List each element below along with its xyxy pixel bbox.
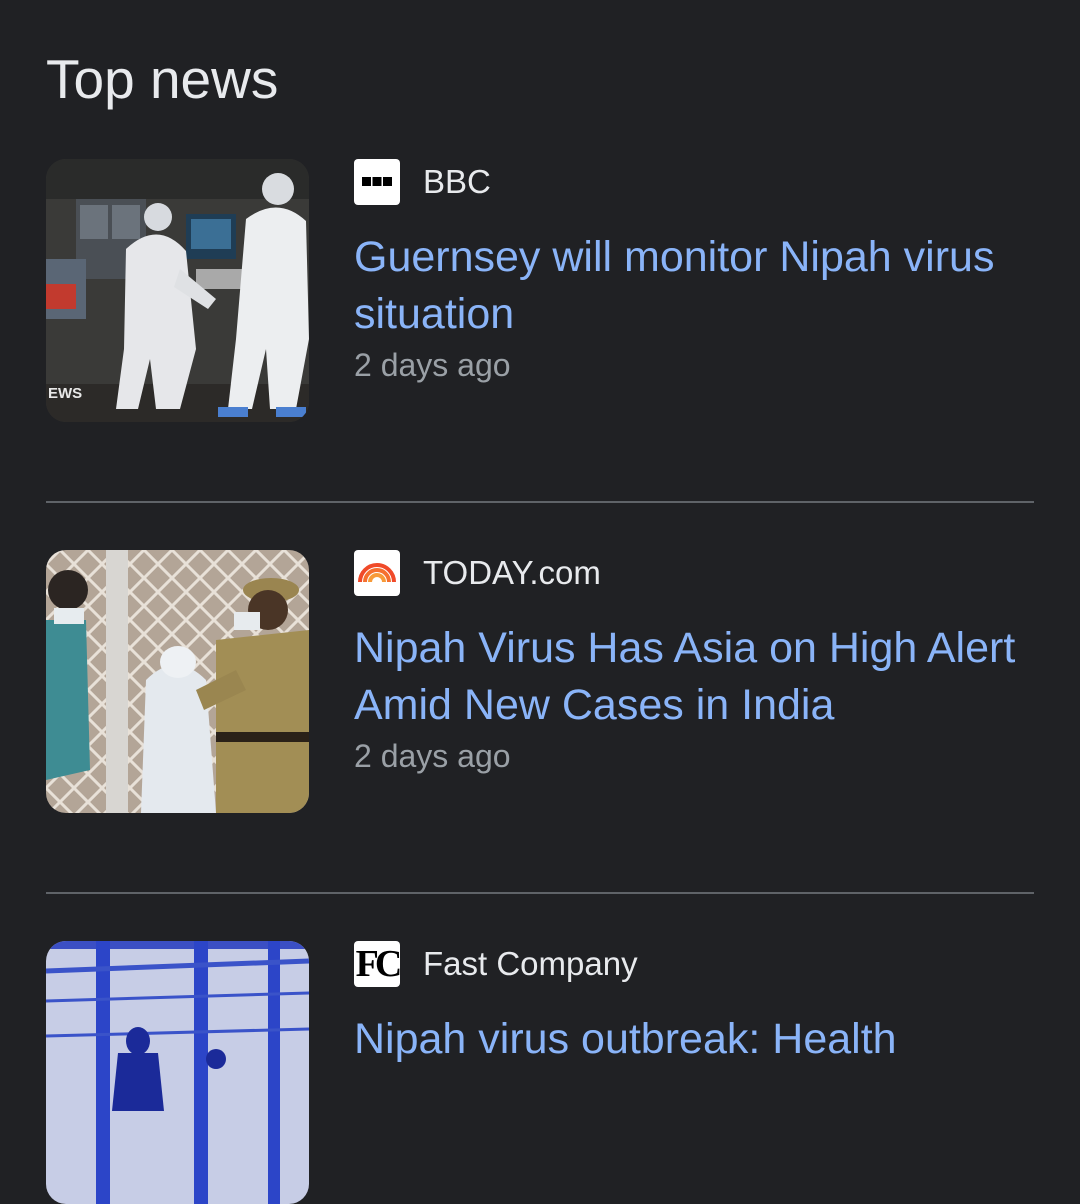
story-divider [46, 501, 1034, 503]
today-logo-icon [354, 550, 400, 596]
story-headline[interactable]: Nipah virus outbreak: Health [354, 1011, 1044, 1068]
story-source: FC Fast Company [354, 941, 638, 987]
story-thumbnail[interactable] [46, 941, 309, 1204]
story-thumbnail[interactable] [46, 550, 309, 813]
story-source: BBC [354, 159, 491, 205]
thumbnail-caption: EWS [48, 385, 83, 402]
news-story-card[interactable]: EWS BBC Guernsey will monitor Nipah viru… [46, 159, 1034, 422]
bbc-logo-icon [354, 159, 400, 205]
story-source: TODAY.com [354, 550, 601, 596]
source-name: Fast Company [423, 945, 638, 982]
news-story-card[interactable]: TODAY.com Nipah Virus Has Asia on High A… [46, 550, 1034, 813]
story-headline[interactable]: Nipah Virus Has Asia on High Alert Amid … [354, 620, 1044, 734]
fast-company-logo-icon: FC [354, 941, 400, 987]
source-name: TODAY.com [423, 554, 601, 591]
story-divider [46, 892, 1034, 894]
section-title: Top news [46, 48, 279, 110]
story-timestamp: 2 days ago [354, 347, 511, 383]
story-timestamp: 2 days ago [354, 738, 511, 774]
story-headline[interactable]: Guernsey will monitor Nipah virus situat… [354, 229, 1044, 343]
source-name: BBC [423, 163, 491, 200]
story-thumbnail[interactable]: EWS [46, 159, 309, 422]
fast-company-logo-text: FC [355, 943, 400, 985]
news-story-card[interactable]: FC Fast Company Nipah virus outbreak: He… [46, 941, 1034, 1204]
